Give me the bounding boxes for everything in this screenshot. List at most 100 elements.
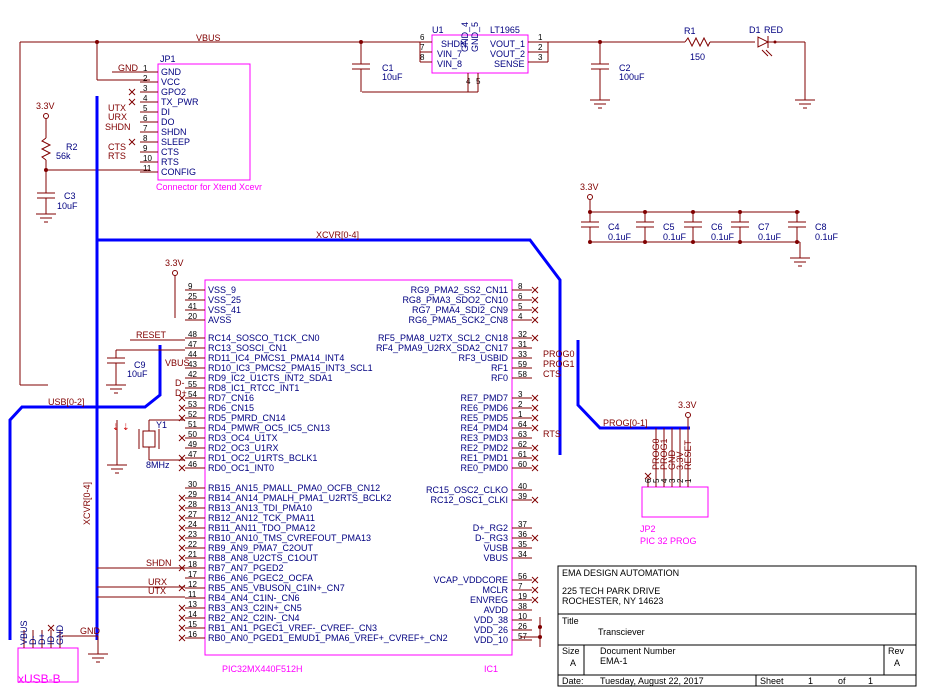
ic1-pin-number: 38 <box>518 602 527 611</box>
prog-bus[interactable]: PROG[0-1] <box>576 340 690 430</box>
svg-text:of: of <box>838 676 846 686</box>
jp1-pin-label: TX_PWR <box>161 97 199 107</box>
svg-text:JP1: JP1 <box>160 54 176 64</box>
ic1-pin-label: AVDD <box>484 605 509 615</box>
cap-ref: C5 <box>663 222 675 232</box>
svg-text:Rev: Rev <box>888 646 905 656</box>
jp1-pin-number: 10 <box>143 154 152 163</box>
svg-text:3.3V: 3.3V <box>678 400 697 410</box>
r1-resistor[interactable]: R1 150 <box>684 26 755 62</box>
svg-text:8MHz: 8MHz <box>146 460 170 470</box>
ic1-pin-label: AVSS <box>208 315 231 325</box>
schematic-canvas[interactable]: VBUS U1 LT1965 SHDN VIN_7 VIN_8 VOUT_1 V… <box>0 0 925 687</box>
svg-text:SHDN: SHDN <box>105 122 131 132</box>
c9-capacitor[interactable]: C9 10uF <box>106 349 185 394</box>
svg-text:VBUS: VBUS <box>165 358 190 368</box>
ic1-pin-number: 23 <box>188 530 197 539</box>
c3-capacitor[interactable]: C3 10uF <box>36 191 78 223</box>
ic1-pin-label: RG8_PMA3_SDO2_CN10 <box>402 295 508 305</box>
ic1-pin-label: RB2_AN2_C2IN-_CN4 <box>208 613 300 623</box>
ic1-pin-label: RD0_OC1_INT0 <box>208 463 274 473</box>
ic1-pin-number: 27 <box>188 510 197 519</box>
ic1-pin-number: 48 <box>188 330 197 339</box>
c1-capacitor[interactable]: C1 10uF <box>352 42 403 92</box>
jp1-pin-label: DI <box>161 107 170 117</box>
cap-ref: C8 <box>815 222 827 232</box>
ic1-pin-number: 10 <box>518 612 527 621</box>
ic1-pin-number: 30 <box>188 480 197 489</box>
svg-text:URX: URX <box>108 112 127 122</box>
svg-text:150: 150 <box>690 52 705 62</box>
svg-text:VOUT_2: VOUT_2 <box>490 49 525 59</box>
ic1-pin-label: MCLR <box>482 585 508 595</box>
svg-text:D-: D- <box>175 378 185 388</box>
ic1-pin-number: 8 <box>518 282 523 291</box>
svg-text:XCVR[0-4]: XCVR[0-4] <box>82 482 92 525</box>
y1-crystal[interactable]: ⇣ ⇣ Y1 8MHz <box>107 419 185 474</box>
decoupling-caps[interactable]: 3.3V C40.1uFC50.1uFC60.1uFC70.1uFC80.1uF <box>580 182 839 267</box>
jp1-pin-number: 3 <box>143 84 148 93</box>
ic1-pin-number: 5 <box>518 302 523 311</box>
ic1-pin-number: 56 <box>518 572 527 581</box>
r2-resistor[interactable]: 3.3V R2 56k <box>36 101 150 193</box>
ic1-pin-number: 46 <box>188 460 197 469</box>
ic1-pin-label: RB10_AN10_TMS_CVREFOUT_PMA13 <box>208 533 371 543</box>
jp1-connector[interactable]: JP1 Connector for Xtend Xcevr GND1VCC2GP… <box>128 54 262 192</box>
jp1-pin-number: 9 <box>143 144 148 153</box>
c2-capacitor[interactable]: C2 100uF <box>590 42 645 109</box>
ic1-pin-label: RB8_AN8_U2CTS_C1OUT <box>208 553 319 563</box>
ic1-pin-label: VSS_25 <box>208 295 241 305</box>
ic1-pin-label: RG7_PMA4_SDI2_CN9 <box>412 305 508 315</box>
ic1-pin-label: RB9_AN9_PMA7_C2OUT <box>208 543 314 553</box>
ic1-pin-label: RB14_AN14_PMALH_PMA1_U2RTS_BCLK2 <box>208 493 391 503</box>
ic1-pin-number: 41 <box>188 302 197 311</box>
ic1-pin-label: VUSB <box>483 543 508 553</box>
svg-text:1: 1 <box>868 676 873 686</box>
ic1-pin-label: RD8_IC1_RTCC_INT1 <box>208 383 299 393</box>
svg-text:6: 6 <box>420 33 425 42</box>
svg-text:VIN_8: VIN_8 <box>437 59 462 69</box>
ic1-pin-label: RB3_AN3_C2IN+_CN5 <box>208 603 302 613</box>
jp2-programmer[interactable]: JP2 PIC 32 PROG 6 5 4 3 2 1PROG0PROG1GND3.3VR… <box>640 400 709 546</box>
ic1-pin-number: 16 <box>188 630 197 639</box>
ic1-pin-label: RE5_PMD5 <box>460 413 508 423</box>
ic1-pin-label: VBUS <box>483 553 508 563</box>
svg-text:CTS: CTS <box>543 369 561 379</box>
svg-text:VOUT_1: VOUT_1 <box>490 39 525 49</box>
svg-text:USB[0-2]: USB[0-2] <box>48 397 85 407</box>
ic1-pin-label: RB0_AN0_PGED1_EMUD1_PMA6_VREF+_CVREF+_CN… <box>208 633 448 643</box>
jp1-pin-label: DO <box>161 117 175 127</box>
svg-text:Connector for Xtend Xcevr: Connector for Xtend Xcevr <box>156 182 262 192</box>
svg-text:RESET: RESET <box>136 330 167 340</box>
usb-connector[interactable]: xUSB-B VBUS D- D+ ID GND GND <box>17 620 108 686</box>
jp1-pin-label: CONFIG <box>161 167 196 177</box>
svg-text:xUSB-B: xUSB-B <box>18 672 61 686</box>
ic1-pin-number: 28 <box>188 500 197 509</box>
d1-led[interactable]: D1 RED <box>749 25 815 109</box>
svg-text:1: 1 <box>538 33 543 42</box>
ic1-pin-number: 64 <box>518 420 527 429</box>
jp1-pin-number: 4 <box>143 94 148 103</box>
svg-text:3: 3 <box>538 53 543 62</box>
svg-text:VIN_7: VIN_7 <box>437 49 462 59</box>
cap-value: 0.1uF <box>711 232 735 242</box>
ic1-pin-label: RB6_AN6_PGEC2_OCFA <box>208 573 313 583</box>
ic1-pin-number: 32 <box>518 330 527 339</box>
ic1-pin-label: RF3_USBID <box>458 353 508 363</box>
ic1-pin-label: RD3_OC4_U1TX <box>208 433 278 443</box>
ic1-pin-number: 40 <box>518 482 527 491</box>
title-block: EMA DESIGN AUTOMATION 225 TECH PARK DRIV… <box>557 565 917 687</box>
svg-text:100uF: 100uF <box>619 72 645 82</box>
jp1-pin-number: 5 <box>143 104 148 113</box>
ic1-pin-label: VSS_9 <box>208 285 236 295</box>
ic1-pin-number: 25 <box>188 292 197 301</box>
ic1-pin-number: 15 <box>188 620 197 629</box>
ic1-pin-label: RD10_IC3_PMCS2_PMA15_INT3_SCL1 <box>208 363 373 373</box>
ic1-microcontroller[interactable]: PIC32MX440F512H IC1 VSS_99VSS_2525VSS_41… <box>178 279 539 674</box>
ic1-pin-number: 7 <box>518 582 523 591</box>
ic1-pin-number: 47 <box>188 340 197 349</box>
ic1-pin-label: D-_RG3 <box>475 533 508 543</box>
ic1-pin-label: RE3_PMD3 <box>460 433 508 443</box>
ic1-pin-label: RC12_OSC1_CLKI <box>430 495 508 505</box>
ic1-pin-label: RB1_AN1_PGEC1_VREF-_CVREF-_CN3 <box>208 623 377 633</box>
